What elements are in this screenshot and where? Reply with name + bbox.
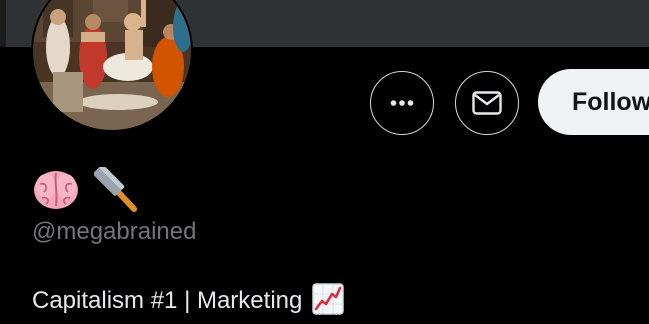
more-options-button[interactable] xyxy=(370,71,434,135)
follow-button-label: Follow xyxy=(572,87,649,116)
brain-emoji-icon xyxy=(32,168,80,212)
follow-button[interactable]: Follow xyxy=(538,69,649,135)
envelope-icon xyxy=(472,91,502,115)
profile-handle: @megabrained xyxy=(32,218,197,245)
more-options-icon xyxy=(390,99,414,107)
bio-text: Capitalism #1 | Marketing xyxy=(32,287,303,314)
avatar-painting-image xyxy=(33,0,191,130)
display-name xyxy=(32,166,140,214)
hammer-emoji-icon xyxy=(94,167,140,213)
profile-bio: Capitalism #1 | Marketing xyxy=(32,282,345,320)
chart-increasing-emoji-icon xyxy=(312,282,345,320)
banner-edge xyxy=(0,0,6,47)
avatar[interactable] xyxy=(31,0,193,132)
profile-page: Follow @megabrained Capitalism #1 | Mark… xyxy=(0,0,649,324)
message-button[interactable] xyxy=(455,71,519,135)
